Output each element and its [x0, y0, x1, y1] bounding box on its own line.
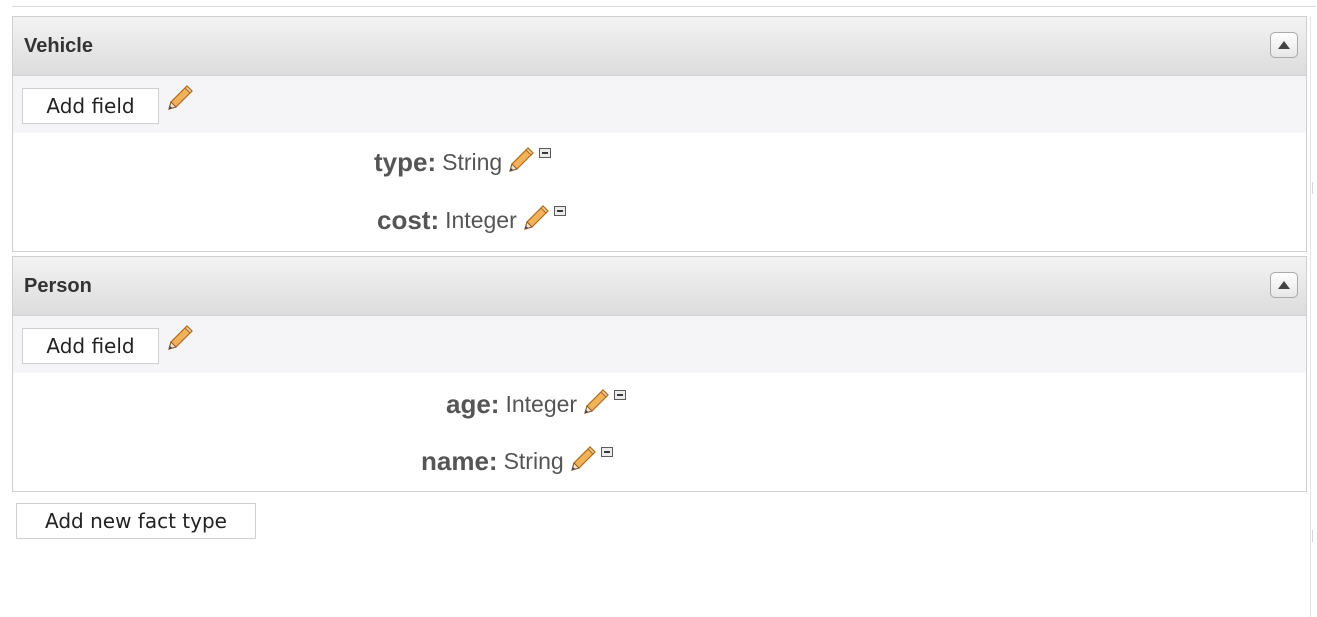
field-name: name:: [421, 445, 498, 476]
pencil-icon[interactable]: [506, 145, 536, 180]
pencil-icon[interactable]: [165, 323, 195, 358]
fact-type-header[interactable]: Vehicle: [13, 17, 1306, 76]
field-row: cost: Integer: [377, 200, 566, 240]
collapse-button[interactable]: [1270, 32, 1298, 58]
fact-type-toolbar: Add field: [13, 76, 1306, 133]
field-type: String: [503, 447, 564, 474]
field-name: cost:: [377, 204, 440, 235]
remove-field-icon[interactable]: [614, 390, 627, 400]
fact-type-panel-vehicle: Vehicle Add field type: String cost: Int…: [12, 16, 1307, 252]
pencil-icon[interactable]: [521, 203, 551, 238]
pencil-icon[interactable]: [165, 83, 195, 118]
add-field-button[interactable]: Add field: [22, 328, 159, 364]
field-row: age: Integer: [446, 384, 627, 424]
fact-type-header[interactable]: Person: [13, 257, 1306, 316]
collapse-up-icon: [1278, 41, 1290, 49]
fact-type-panel-person: Person Add field age: Integer name: Stri…: [12, 256, 1307, 492]
pencil-icon[interactable]: [568, 444, 598, 479]
right-scroll-divider: [1310, 16, 1311, 617]
field-name: type:: [374, 146, 437, 177]
remove-field-icon[interactable]: [600, 447, 613, 457]
field-name: age:: [446, 388, 500, 419]
fact-type-toolbar: Add field: [13, 316, 1306, 373]
pencil-icon[interactable]: [581, 387, 611, 422]
remove-field-icon[interactable]: [539, 148, 552, 158]
remove-field-icon[interactable]: [553, 206, 566, 216]
collapse-up-icon: [1278, 281, 1290, 289]
fact-type-title: Vehicle: [24, 35, 93, 57]
fact-type-title: Person: [24, 275, 92, 297]
field-type: Integer: [505, 390, 578, 417]
add-field-button[interactable]: Add field: [22, 88, 159, 124]
field-type: String: [442, 148, 503, 175]
collapse-button[interactable]: [1270, 272, 1298, 298]
field-row: name: String: [421, 441, 613, 481]
field-row: type: String: [374, 142, 552, 182]
field-type: Integer: [445, 206, 517, 233]
add-new-fact-type-button[interactable]: Add new fact type: [16, 503, 256, 539]
top-divider: [12, 6, 1316, 7]
